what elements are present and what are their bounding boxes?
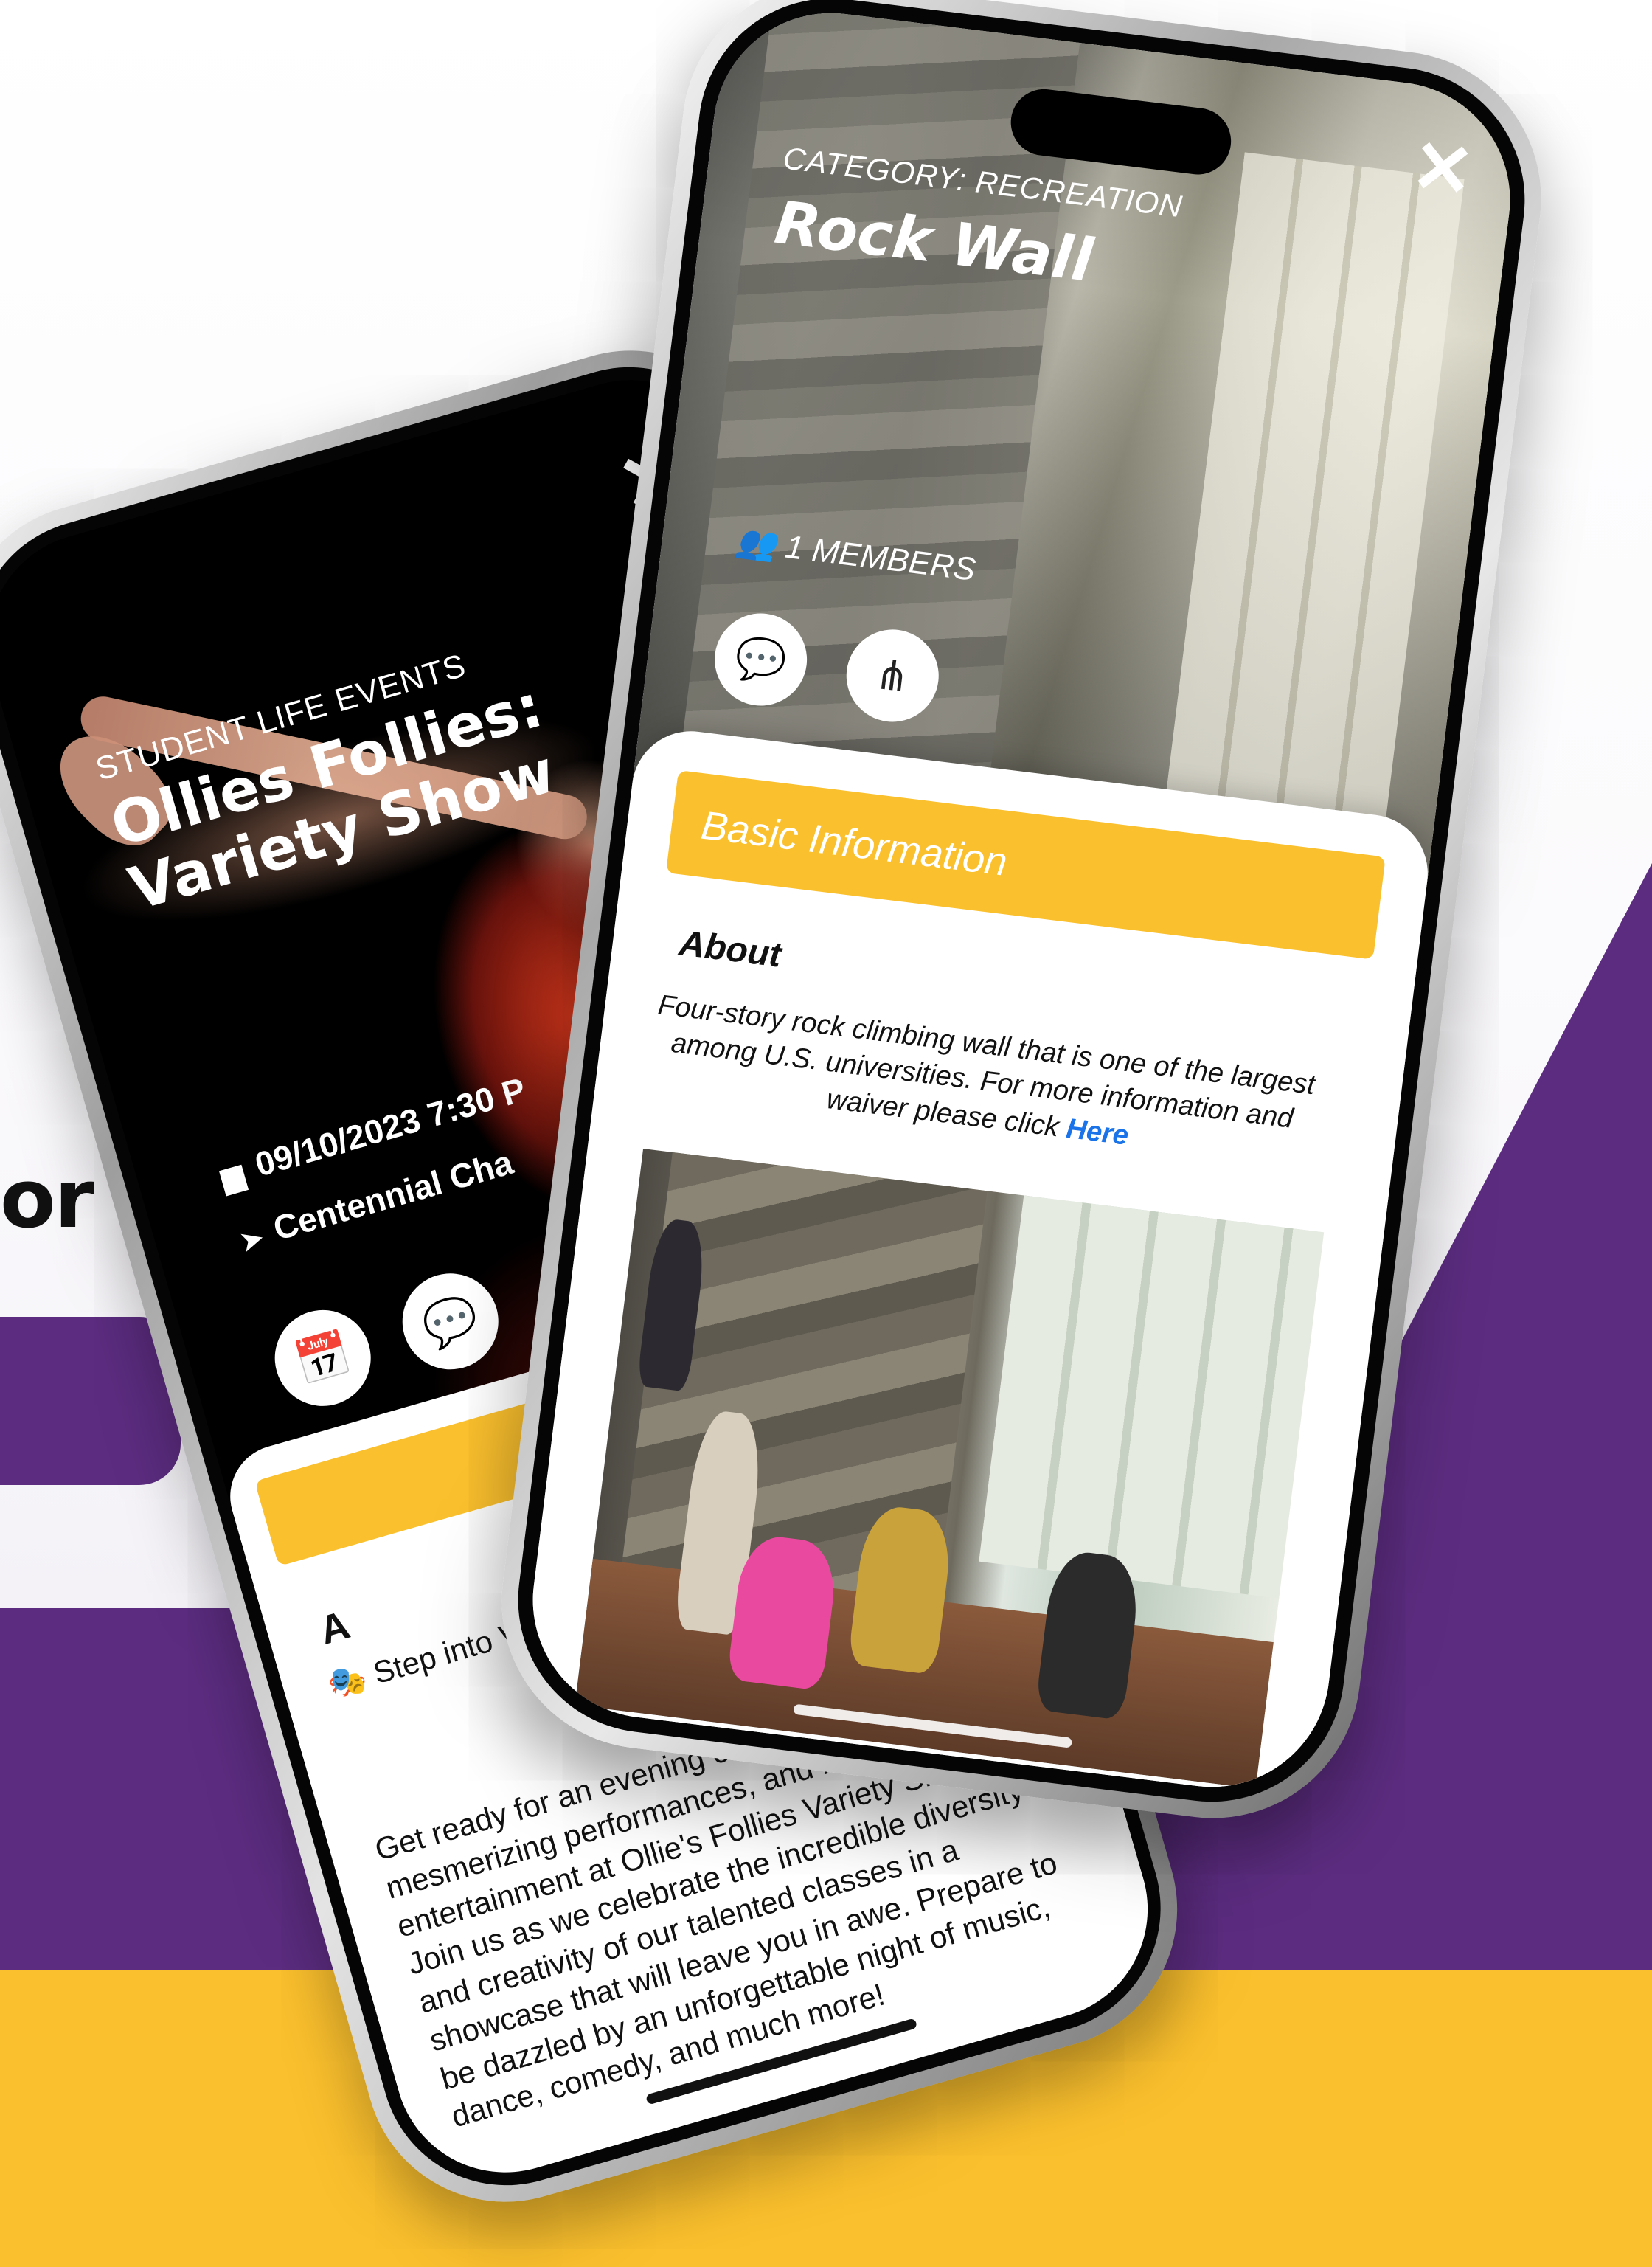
chat-icon: 💬 <box>732 632 790 686</box>
about-description: Four-story rock climbing wall that is on… <box>646 987 1318 1177</box>
about-text: Four-story rock climbing wall that is on… <box>656 989 1317 1143</box>
calendar-plus-icon: 📅 <box>289 1326 356 1390</box>
club-info-card: Basic Information About Four-story rock … <box>519 724 1435 1801</box>
photo-windows <box>979 1195 1325 1599</box>
cta-text: or <box>0 1152 94 1246</box>
share-icon: ⋔ <box>872 650 913 701</box>
waiver-link[interactable]: Here <box>1065 1113 1131 1152</box>
about-heading: About <box>677 924 784 975</box>
club-gallery-photo <box>575 1149 1325 1789</box>
members-icon: 👥 <box>734 522 788 565</box>
event-about-label: A <box>314 1602 355 1653</box>
close-icon[interactable]: ✕ <box>1407 125 1479 214</box>
chat-icon: 💬 <box>417 1290 484 1353</box>
